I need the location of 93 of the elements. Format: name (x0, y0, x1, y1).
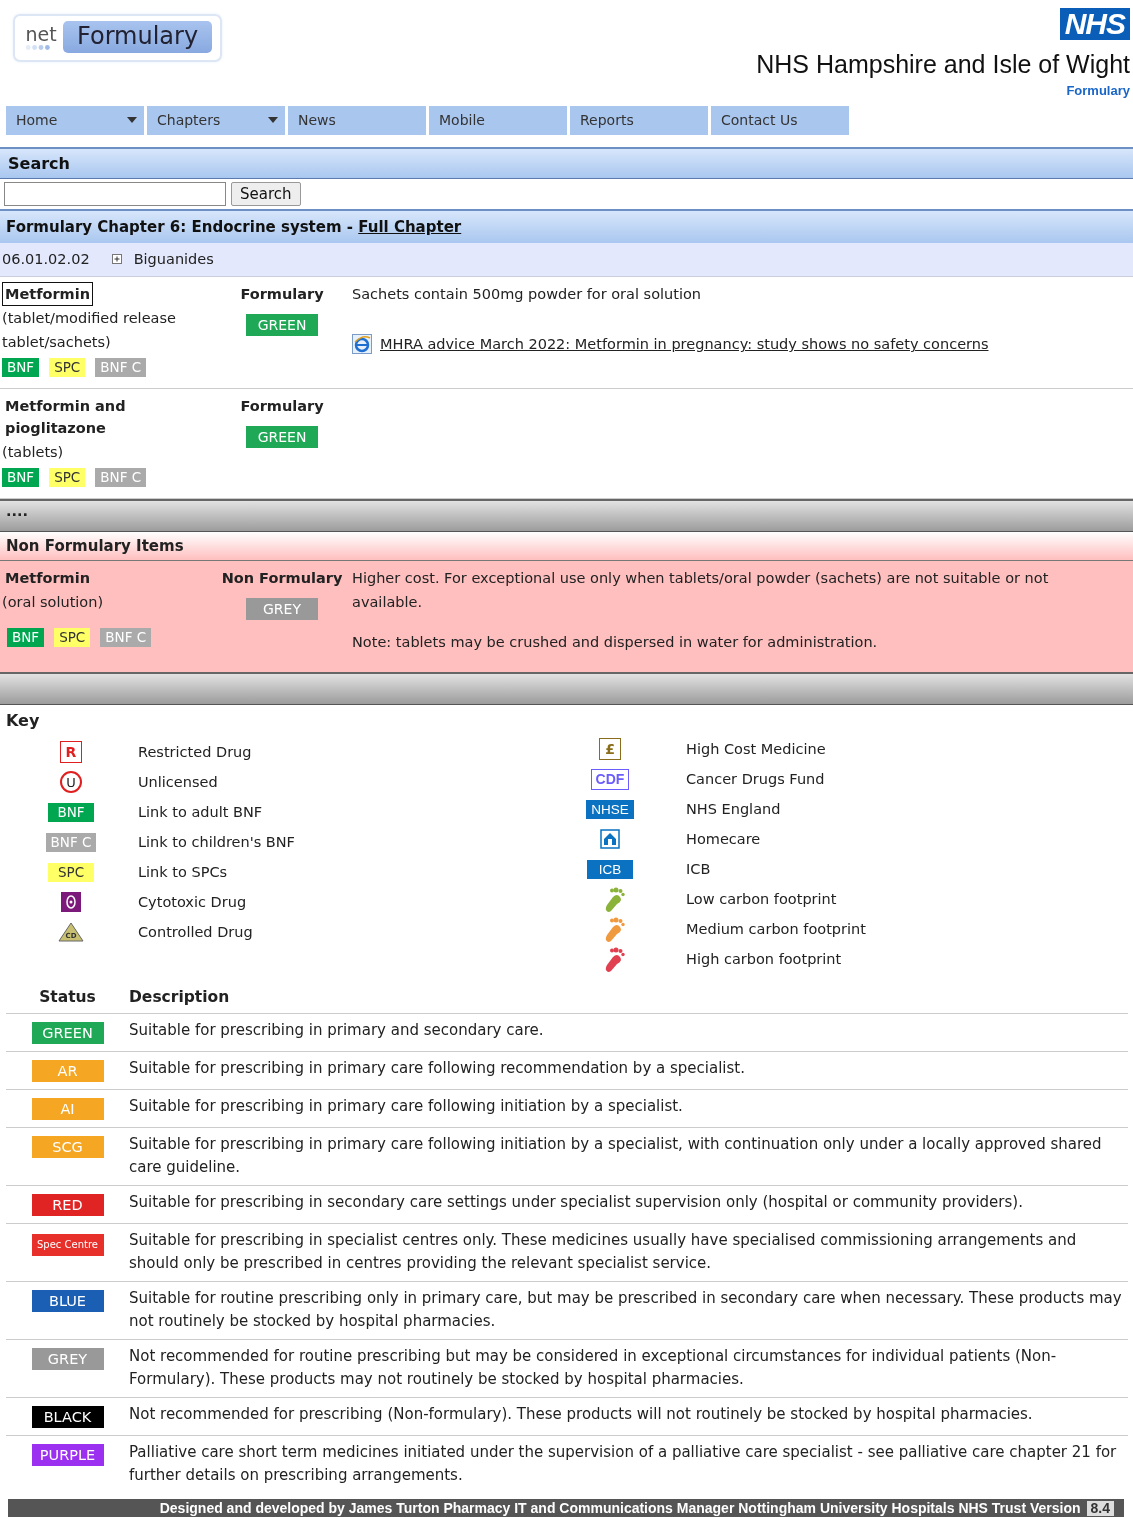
nhs-logo: NHS (1059, 8, 1130, 40)
browser-icon (352, 334, 372, 355)
nav-item[interactable]: Mobile (429, 105, 567, 135)
reference-link[interactable]: SPC (49, 358, 86, 378)
caret-icon (268, 117, 278, 123)
drug-note: Sachets contain 500mg powder for oral solution (352, 285, 703, 305)
status-badge: AR (31, 1060, 104, 1082)
caret-icon (127, 117, 137, 123)
status-description: Suitable for prescribing in primary care following initiation by a specialist, with continuation only under a locally approved shared care guideline. (129, 1127, 1128, 1186)
nav-item[interactable]: Home (6, 105, 144, 135)
key-label: Low carbon footprint (686, 891, 837, 907)
status-badge: BLUE (31, 1290, 104, 1312)
key-label: Medium carbon footprint (686, 921, 866, 937)
nav-item[interactable]: News (288, 105, 426, 135)
nav-item[interactable]: Chapters (147, 105, 285, 135)
status-description: Suitable for prescribing in primary and secondary care. (129, 1013, 1128, 1052)
organisation-subtitle: Formulary (1066, 83, 1130, 98)
drug-note: Note: tablets may be crushed and dispersed in water for administration. (352, 633, 879, 653)
search-header: Search (0, 146, 1133, 178)
status-badge: GREY (31, 1348, 104, 1370)
letter-icon: £ (599, 738, 621, 760)
key-badge: BNF (48, 802, 94, 822)
drug-form: (tablets) (2, 443, 65, 463)
search-field[interactable] (4, 181, 226, 206)
status-badge: GREEN (31, 1022, 104, 1044)
status-heading: Formulary (240, 397, 324, 417)
non-formulary-header: Non Formulary Items (0, 532, 1133, 562)
logo-prefix: net (25, 23, 57, 44)
section-title: Biguanides (133, 251, 214, 268)
key-badge: BNF C (45, 832, 97, 852)
key-badge: CDF (590, 768, 630, 790)
status-description: Palliative care short term medicines initiated under the supervision of a palliative care specialist - see palliative care chapter 21 for further details on prescribing arrangements. (129, 1435, 1128, 1493)
key-badge: ICB (587, 859, 633, 879)
key-label: Link to children's BNF (138, 834, 295, 850)
key-label: High Cost Medicine (686, 741, 826, 757)
status-badge: RED (31, 1194, 104, 1216)
logo-name: Formulary (63, 21, 213, 53)
key-label: Controlled Drug (138, 924, 253, 940)
status-description: Suitable for prescribing in primary care following initiation by a specialist. (129, 1089, 1128, 1128)
reference-link[interactable]: SPC (54, 628, 91, 648)
key-label: Unlicensed (138, 774, 218, 790)
status-badge: AI (31, 1098, 104, 1120)
status-badge: BLACK (31, 1406, 104, 1428)
key-label: Cancer Drugs Fund (686, 771, 825, 787)
status-description: Suitable for prescribing in secondary care settings under specialist supervision only (hospital or community providers). (129, 1185, 1128, 1224)
key-label: Link to SPCs (138, 864, 228, 880)
status-badge: GREEN (246, 314, 318, 337)
version-badge: 8.4 (1086, 1500, 1114, 1516)
separator-bar: .... (0, 499, 1133, 533)
drug-form: (tablet/modified release tablet/sachets) (2, 309, 177, 353)
advice-link[interactable]: MHRA advice March 2022: Metformin in pregnancy: study shows no safety concerns (380, 332, 989, 357)
full-chapter-link[interactable]: Full Chapter (358, 217, 462, 236)
key-badge: NHSE (586, 799, 634, 819)
status-description: Not recommended for routine prescribing but may be considered in exceptional circumstances for individual patients (Non-Formulary). These products may not routinely be stocked by hospital pharmacies. (129, 1339, 1128, 1398)
status-badge: Spec Centre (31, 1234, 104, 1256)
key-label: High carbon footprint (686, 951, 842, 967)
letter-icon: R (60, 741, 82, 763)
nav-item[interactable]: Reports (570, 105, 708, 135)
drug-note: Higher cost. For exceptional use only when tablets/oral powder (sachets) are not suitable or not available. (352, 569, 1050, 613)
column-header: Status (6, 984, 129, 1014)
column-header: Description (129, 984, 1128, 1014)
status-description: Suitable for routine prescribing only in primary care, but may be prescribed in secondary care when necessary. These products may not routinely be stocked by hospital pharmacies. (129, 1281, 1128, 1340)
status-description: Suitable for prescribing in specialist centres only. These medicines usually have specialised commissioning arrangements and should only be prescribed in centres providing the relevant specialist service. (129, 1223, 1128, 1282)
status-badge: SCG (31, 1136, 104, 1158)
status-badge: GREEN (246, 426, 318, 449)
drug-name[interactable]: Metformin and pioglitazone (2, 394, 212, 441)
status-description: Suitable for prescribing in primary care following recommendation by a specialist. (129, 1051, 1128, 1090)
organisation-title: NHS Hampshire and Isle of Wight (756, 50, 1130, 79)
key-label: ICB (686, 861, 711, 877)
status-heading: Non Formulary (221, 569, 343, 589)
status-badge: GREY (246, 598, 318, 621)
drug-name[interactable]: Metformin (2, 282, 94, 307)
letter-icon: U (60, 771, 82, 793)
status-heading: Formulary (240, 285, 324, 305)
section-code: 06.01.02.02 (2, 251, 90, 268)
reference-link[interactable]: SPC (49, 468, 86, 488)
status-badge: PURPLE (31, 1444, 104, 1466)
status-description: Not recommended for prescribing (Non-formulary). These products will not routinely be stocked by hospital pharmacies. (129, 1397, 1128, 1436)
search-button[interactable]: Search (231, 181, 301, 206)
key-label: Cytotoxic Drug (138, 894, 247, 910)
key-badge: SPC (48, 862, 94, 882)
footer-text: Designed and developed by James Turton Pharmacy IT and Communications Manager Nottingham University Hospitals NHS Trust Version (159, 1500, 1081, 1516)
key-label: Restricted Drug (138, 744, 252, 760)
nav-item[interactable]: Contact Us (711, 105, 849, 135)
key-label: Link to adult BNF (138, 804, 263, 820)
expand-icon[interactable] (111, 254, 122, 265)
logo[interactable]: net Formulary (13, 14, 223, 62)
key-label: NHS England (686, 801, 781, 817)
drug-name[interactable]: Metformin (2, 566, 94, 591)
key-title: Key (5, 710, 41, 732)
chapter-title: Formulary Chapter 6: Endocrine system - (6, 217, 354, 236)
key-label: Homecare (686, 831, 761, 847)
drug-form: (oral solution) (2, 593, 105, 613)
